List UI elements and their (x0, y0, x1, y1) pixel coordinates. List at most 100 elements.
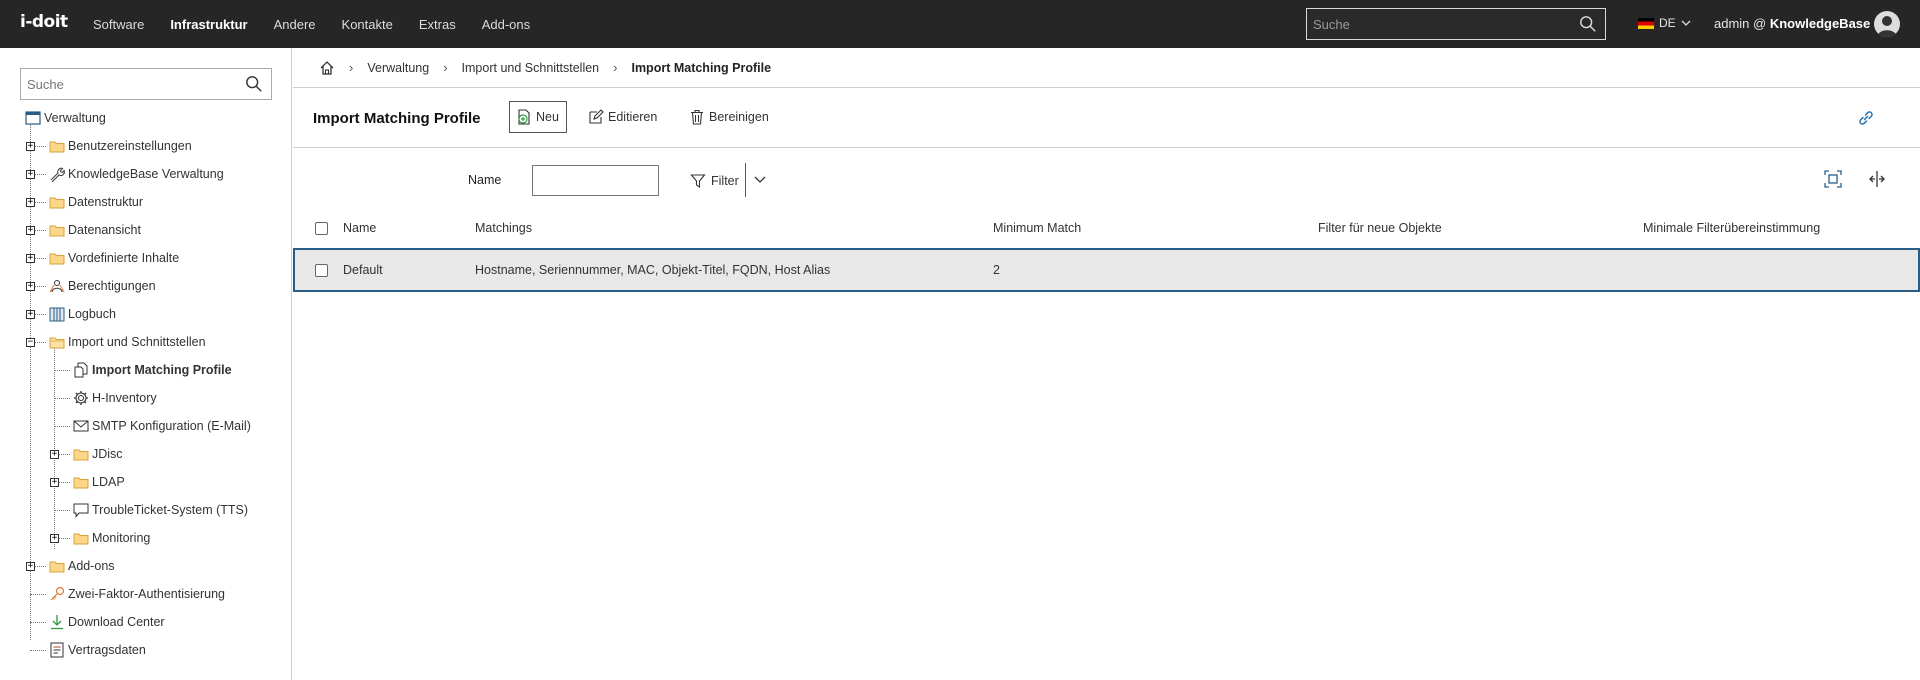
page-title: Import Matching Profile (313, 110, 481, 127)
tree-label: Vertragsdaten (68, 643, 146, 657)
purge-button-label: Bereinigen (709, 110, 769, 124)
sidebar-item-zwei-faktor-authentisierung[interactable]: Zwei-Faktor-Authentisierung (48, 584, 225, 604)
tree-label: LDAP (92, 475, 125, 489)
tenant-name: KnowledgeBase (1769, 16, 1871, 31)
tree-label: KnowledgeBase Verwaltung (68, 167, 224, 181)
nav-addons[interactable]: Add-ons (469, 17, 543, 32)
expand-toggle-icon[interactable]: + (26, 282, 35, 291)
sidebar-item-import-matching-profile[interactable]: Import Matching Profile (72, 360, 232, 380)
idoit-logo[interactable]: i-doit (20, 12, 68, 32)
expand-toggle-icon[interactable]: + (26, 562, 35, 571)
folder-icon (72, 530, 90, 546)
breadcrumb-current: Import Matching Profile (631, 60, 772, 75)
sidebar-item-datenstruktur[interactable]: Datenstruktur (48, 192, 143, 212)
search-icon[interactable] (1579, 15, 1597, 33)
tree-label: Zwei-Faktor-Authentisierung (68, 587, 226, 601)
new-button[interactable]: Neu (509, 101, 567, 133)
edit-button[interactable]: Editieren (582, 101, 664, 133)
tree-label: Vordefinierte Inhalte (68, 251, 180, 265)
name-filter-input[interactable] (532, 165, 659, 196)
cell-matchings: Hostname, Seriennummer, MAC, Objekt-Tite… (475, 263, 831, 277)
home-icon[interactable] (319, 60, 335, 76)
column-header-minimum-match[interactable]: Minimum Match (993, 216, 1081, 240)
column-resize-icon[interactable] (1867, 169, 1887, 189)
expand-toggle-icon[interactable]: + (50, 450, 59, 459)
search-icon[interactable] (245, 75, 263, 93)
tree-label: Verwaltung (44, 111, 106, 125)
mail-icon (72, 418, 90, 434)
purge-button[interactable]: Bereinigen (683, 101, 775, 133)
language-selector[interactable]: DE (1638, 16, 1691, 30)
sidebar-search-input[interactable] (21, 69, 231, 99)
filter-button[interactable]: Filter (690, 165, 739, 196)
sidebar-item-vertragsdaten[interactable]: Vertragsdaten (48, 640, 146, 660)
nav-extras[interactable]: Extras (406, 17, 469, 32)
sidebar-item-knowledgebase-verwaltung[interactable]: KnowledgeBase Verwaltung (48, 164, 224, 184)
expand-toggle-icon[interactable]: + (50, 534, 59, 543)
sidebar-item-h-inventory[interactable]: H-Inventory (72, 388, 157, 408)
funnel-icon (690, 173, 706, 188)
tree-line (54, 398, 70, 399)
chevron-down-icon[interactable] (753, 172, 767, 186)
link-icon[interactable] (1857, 109, 1875, 127)
breadcrumb-separator: › (443, 60, 448, 75)
edit-button-label: Editieren (608, 110, 658, 124)
expand-toggle-icon[interactable]: + (50, 478, 59, 487)
folder-icon (48, 558, 66, 574)
edit-icon (589, 109, 604, 124)
column-header-name[interactable]: Name (343, 216, 376, 240)
tree-label: JDisc (92, 447, 123, 461)
files-icon (72, 362, 90, 378)
column-header-min-filter-match[interactable]: Minimale Filterübereinstimmung (1643, 216, 1820, 240)
sidebar-item-add-ons[interactable]: Add-ons (48, 556, 115, 576)
sidebar-item-logbuch[interactable]: Logbuch (48, 304, 116, 324)
top-bar: i-doit Software Infrastruktur Andere Kon… (0, 0, 1920, 48)
top-search-input[interactable] (1307, 9, 1567, 39)
expand-toggle-icon[interactable]: + (26, 170, 35, 179)
table-row[interactable]: Default Hostname, Seriennummer, MAC, Obj… (293, 248, 1920, 292)
row-checkbox[interactable] (315, 263, 328, 277)
chat-icon (72, 502, 90, 518)
sidebar-item-download-center[interactable]: Download Center (48, 612, 165, 632)
tree-line (30, 622, 46, 623)
avatar[interactable] (1874, 11, 1900, 37)
expand-toggle-icon[interactable]: + (26, 142, 35, 151)
sidebar-item-ldap[interactable]: LDAP (72, 472, 125, 492)
sidebar-item-datenansicht[interactable]: Datenansicht (48, 220, 141, 240)
top-nav: Software Infrastruktur Andere Kontakte E… (80, 0, 543, 48)
book-icon (48, 306, 66, 322)
folder-open-icon (48, 334, 66, 350)
select-all-checkbox[interactable] (315, 221, 328, 235)
sidebar-item-import-und-schnittstellen[interactable]: Import und Schnittstellen (48, 332, 206, 352)
nav-infrastruktur[interactable]: Infrastruktur (157, 17, 260, 32)
breadcrumb-import[interactable]: Import und Schnittstellen (462, 61, 600, 75)
tree-label: H-Inventory (92, 391, 157, 405)
expand-toggle-icon[interactable]: + (26, 226, 35, 235)
table-header: Name Matchings Minimum Match Filter für … (293, 216, 1920, 240)
sidebar-item-troubleticket-system-tts[interactable]: TroubleTicket-System (TTS) (72, 500, 248, 520)
sidebar-item-monitoring[interactable]: Monitoring (72, 528, 150, 548)
sidebar-item-berechtigungen[interactable]: Berechtigungen (48, 276, 156, 296)
sidebar-item-vordefinierte-inhalte[interactable]: Vordefinierte Inhalte (48, 248, 179, 268)
user-menu[interactable]: admin @ KnowledgeBase (1714, 16, 1870, 31)
user-name: admin @ (1714, 16, 1767, 31)
expand-toggle-icon[interactable]: + (26, 310, 35, 319)
nav-kontakte[interactable]: Kontakte (329, 17, 406, 32)
collapse-toggle-icon[interactable]: − (26, 338, 35, 347)
fit-screen-icon[interactable] (1823, 169, 1843, 189)
sidebar-item-smtp-konfiguration-e-mail[interactable]: SMTP Konfiguration (E-Mail) (72, 416, 251, 436)
tree-label: Import und Schnittstellen (68, 335, 206, 349)
nav-andere[interactable]: Andere (261, 17, 329, 32)
tree-root-verwaltung[interactable]: Verwaltung (24, 108, 106, 128)
expand-toggle-icon[interactable]: + (26, 198, 35, 207)
tree-label: Logbuch (68, 307, 116, 321)
row-checkbox-cell (315, 250, 328, 290)
sidebar-item-benutzereinstellungen[interactable]: Benutzereinstellungen (48, 136, 192, 156)
breadcrumb-verwaltung[interactable]: Verwaltung (367, 61, 429, 75)
sidebar-item-jdisc[interactable]: JDisc (72, 444, 123, 464)
column-header-matchings[interactable]: Matchings (475, 216, 532, 240)
expand-toggle-icon[interactable]: + (26, 254, 35, 263)
tree-label: Datenstruktur (68, 195, 144, 209)
nav-software[interactable]: Software (80, 17, 157, 32)
column-header-filter-new-objects[interactable]: Filter für neue Objekte (1318, 216, 1442, 240)
